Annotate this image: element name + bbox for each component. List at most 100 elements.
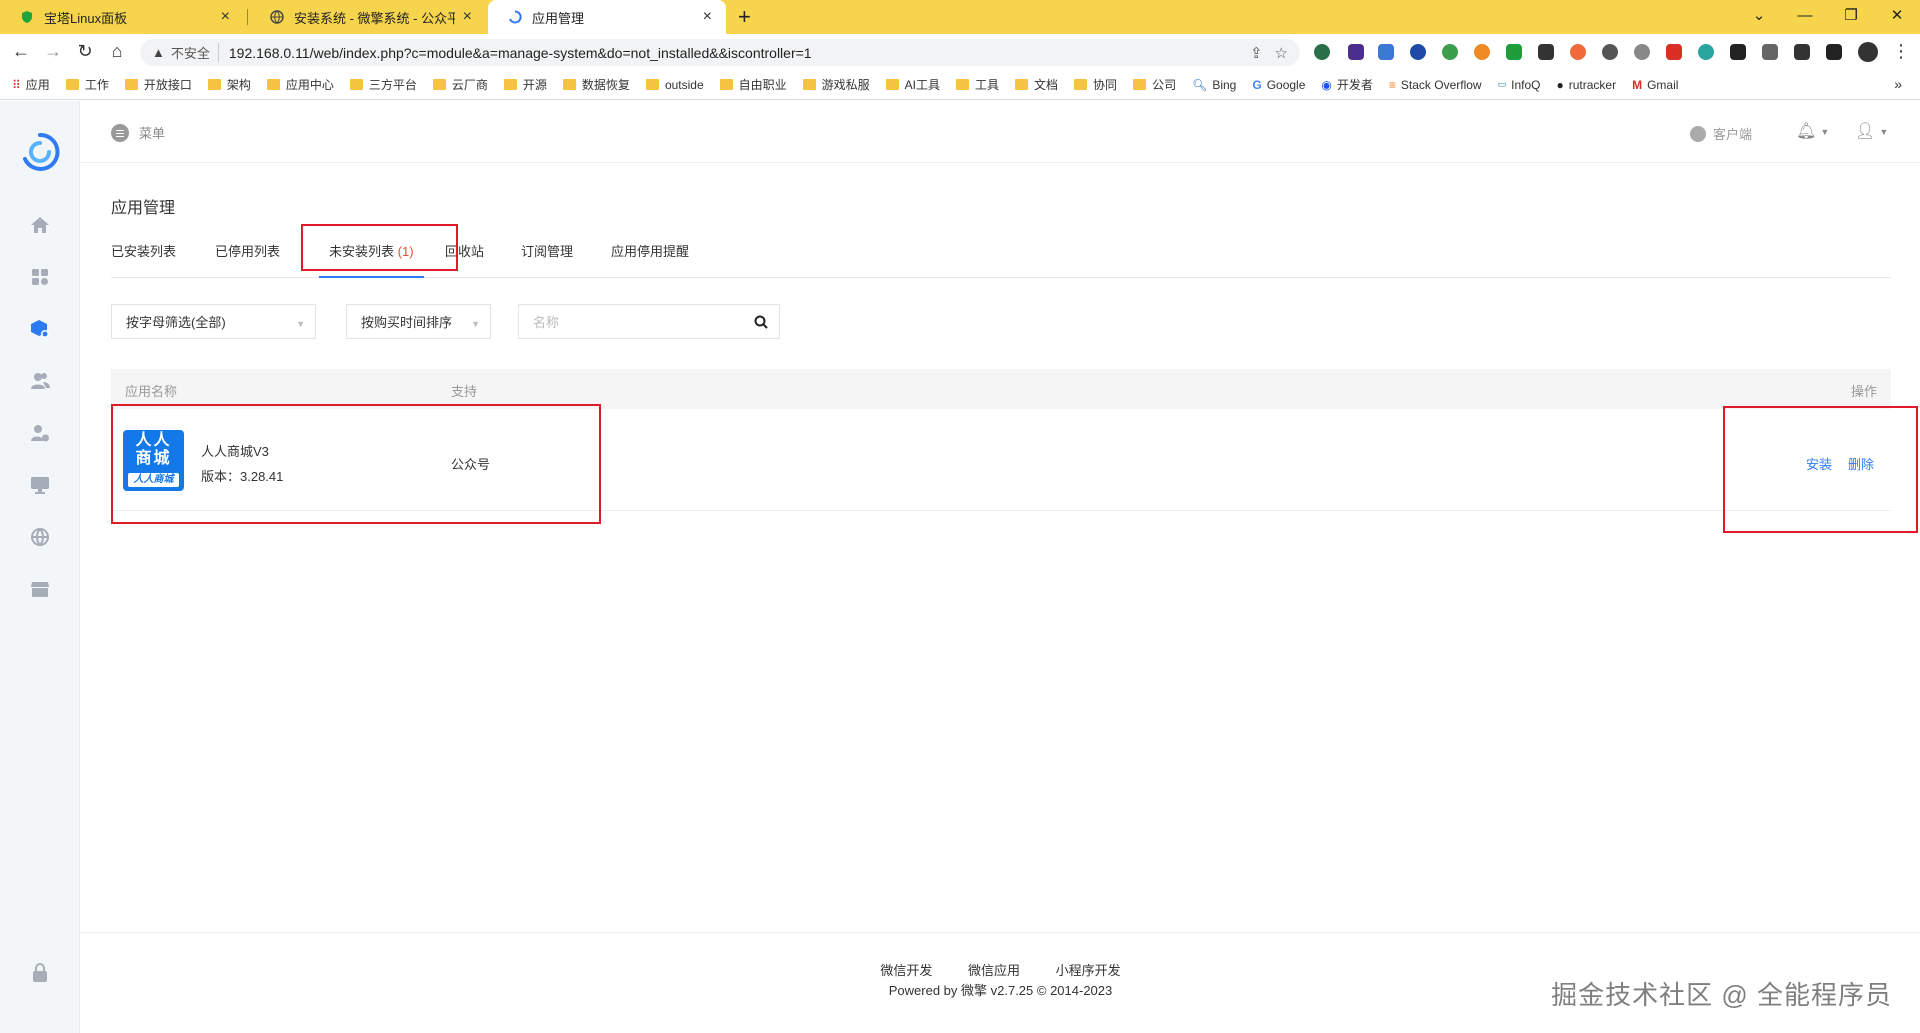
reload-icon[interactable]: ↻ bbox=[74, 41, 96, 62]
bookmark-folder[interactable]: 数据恢复 bbox=[562, 76, 630, 93]
lock-icon[interactable] bbox=[30, 962, 50, 984]
puzzle-icon[interactable] bbox=[1794, 44, 1810, 60]
bookmark-folder[interactable]: 架构 bbox=[207, 76, 251, 93]
google-icon: G bbox=[1252, 77, 1262, 92]
page-title: 应用管理 bbox=[111, 200, 176, 217]
tab-installed[interactable]: 已安装列表 bbox=[111, 241, 176, 278]
bookmark-apps[interactable]: ⠿ 应用 bbox=[12, 76, 50, 93]
extension-icon[interactable] bbox=[1474, 44, 1490, 60]
column-header-name: 应用名称 bbox=[125, 384, 178, 399]
extension-icon[interactable] bbox=[1506, 44, 1522, 60]
sidebar-item-store[interactable] bbox=[0, 569, 80, 609]
bookmark-folder[interactable]: 开放接口 bbox=[124, 76, 192, 93]
back-icon[interactable]: ← bbox=[10, 41, 32, 62]
search-icon[interactable] bbox=[753, 314, 769, 333]
tab-search-icon[interactable]: ⌄ bbox=[1736, 0, 1782, 34]
user-icon: 👤︎ bbox=[1855, 123, 1876, 140]
close-tab-icon[interactable]: × bbox=[221, 8, 230, 26]
bookmark-folder[interactable]: 工作 bbox=[65, 76, 109, 93]
extension-icon[interactable] bbox=[1634, 44, 1650, 60]
sidebar-item-site[interactable] bbox=[0, 517, 80, 557]
extension-icon[interactable] bbox=[1378, 44, 1394, 60]
extension-icon[interactable] bbox=[1314, 44, 1330, 60]
search-input[interactable]: 名称 bbox=[518, 304, 780, 339]
extension-icon[interactable] bbox=[1698, 44, 1714, 60]
extension-icon[interactable] bbox=[1666, 44, 1682, 60]
forward-icon[interactable]: → bbox=[42, 41, 64, 62]
bookmark-gmail[interactable]: M Gmail bbox=[1632, 78, 1678, 92]
bookmark-folder[interactable]: 自由职业 bbox=[719, 76, 787, 93]
url-text[interactable]: 192.168.0.11/web/index.php?c=module&a=ma… bbox=[229, 45, 1250, 61]
bookmark-folder[interactable]: 应用中心 bbox=[266, 76, 334, 93]
close-tab-icon[interactable]: × bbox=[703, 8, 712, 26]
sidebar-item-apps[interactable] bbox=[0, 257, 80, 297]
extension-icon[interactable] bbox=[1538, 44, 1554, 60]
infoq-icon: ▭ bbox=[1497, 79, 1507, 89]
sort-select[interactable]: 按购买时间排序 ▼ bbox=[346, 304, 491, 339]
close-tab-icon[interactable]: × bbox=[463, 8, 472, 26]
extension-icon[interactable] bbox=[1410, 44, 1426, 60]
bookmark-folder[interactable]: 开源 bbox=[503, 76, 547, 93]
tab-subscriptions[interactable]: 订阅管理 bbox=[521, 241, 573, 278]
bookmark-google[interactable]: G Google bbox=[1252, 78, 1305, 92]
folder-icon bbox=[432, 79, 446, 90]
sidepanel-icon[interactable] bbox=[1826, 44, 1842, 60]
bookmark-rutracker[interactable]: ● rutracker bbox=[1556, 78, 1616, 92]
we7-logo-icon[interactable] bbox=[19, 131, 61, 173]
bookmark-bing[interactable]: 🔍︎ Bing bbox=[1192, 78, 1236, 92]
bookmark-folder[interactable]: 协同 bbox=[1074, 76, 1117, 93]
bookmark-folder[interactable]: 游戏私服 bbox=[802, 76, 870, 93]
footer-link[interactable]: 微信应用 bbox=[968, 963, 1020, 978]
bookmark-folder[interactable]: 公司 bbox=[1133, 76, 1176, 93]
bookmark-folder[interactable]: 工具 bbox=[956, 76, 999, 93]
client-button[interactable]: 客户端 bbox=[1690, 124, 1752, 143]
apps-grid-icon: ⠿ bbox=[12, 77, 21, 92]
new-tab-button[interactable]: + bbox=[738, 4, 751, 30]
restore-icon[interactable]: ❐ bbox=[1828, 0, 1874, 34]
notifications-button[interactable]: 🔔︎ ▼ bbox=[1796, 121, 1829, 141]
browser-tab-install-system[interactable]: 安装系统 - 微擎系统 - 公众平台自 × bbox=[250, 0, 486, 34]
user-menu-button[interactable]: 👤︎ ▼ bbox=[1855, 121, 1888, 141]
menu-icon bbox=[111, 123, 129, 142]
sidebar-item-users[interactable] bbox=[0, 361, 80, 401]
bookmarks-more-icon[interactable]: » bbox=[1894, 76, 1902, 92]
letter-filter-select[interactable]: 按字母筛选(全部) ▼ bbox=[111, 304, 316, 339]
bookmark-folder[interactable]: 文档 bbox=[1015, 76, 1058, 93]
tab-disabled[interactable]: 已停用列表 bbox=[215, 241, 280, 278]
bookmark-folder[interactable]: 三方平台 bbox=[349, 76, 417, 93]
browser-tab-bt-panel[interactable]: 宝塔Linux面板 × bbox=[0, 0, 244, 34]
tab-disable-reminder[interactable]: 应用停用提醒 bbox=[611, 241, 689, 278]
extension-icon[interactable] bbox=[1348, 44, 1364, 60]
address-bar[interactable]: ▲ 不安全 192.168.0.11/web/index.php?c=modul… bbox=[140, 39, 1300, 66]
more-vertical-icon[interactable]: ⋮ bbox=[1890, 41, 1912, 62]
bookmark-stackoverflow[interactable]: ≡ Stack Overflow bbox=[1389, 78, 1482, 92]
folder-icon bbox=[645, 79, 659, 90]
sidebar-item-system[interactable] bbox=[0, 465, 80, 505]
extension-icon[interactable] bbox=[1442, 44, 1458, 60]
footer-link[interactable]: 小程序开发 bbox=[1056, 963, 1121, 978]
menu-button[interactable]: 菜单 bbox=[111, 123, 165, 142]
bookmark-developer[interactable]: ◉ 开发者 bbox=[1321, 76, 1373, 93]
extension-icon[interactable] bbox=[1602, 44, 1618, 60]
bookmark-folder[interactable]: outside bbox=[645, 78, 704, 92]
close-window-icon[interactable]: ✕ bbox=[1874, 0, 1920, 34]
share-icon[interactable]: ⇪ bbox=[1250, 44, 1263, 62]
sidebar-item-home[interactable] bbox=[0, 205, 80, 245]
footer-link[interactable]: 微信开发 bbox=[880, 963, 932, 978]
watermark-text: 掘金技术社区 @ 全能程序员 bbox=[1551, 980, 1892, 1010]
insecure-label[interactable]: 不安全 bbox=[171, 43, 219, 62]
sidebar-item-user-settings[interactable] bbox=[0, 413, 80, 453]
warning-icon[interactable]: ▲ bbox=[152, 45, 165, 60]
home-icon[interactable]: ⌂ bbox=[106, 41, 128, 62]
sidebar-item-modules[interactable] bbox=[0, 309, 80, 349]
extension-icon[interactable] bbox=[1762, 44, 1778, 60]
bookmark-folder[interactable]: 云厂商 bbox=[432, 76, 488, 93]
extension-icon[interactable] bbox=[1730, 44, 1746, 60]
profile-avatar[interactable] bbox=[1858, 42, 1878, 62]
browser-tab-app-manage[interactable]: 应用管理 × bbox=[488, 0, 726, 34]
bookmark-star-icon[interactable]: ☆ bbox=[1275, 44, 1288, 62]
extension-icon[interactable] bbox=[1570, 44, 1586, 60]
bookmark-folder[interactable]: AI工具 bbox=[885, 76, 940, 93]
minimize-icon[interactable]: — bbox=[1782, 0, 1828, 34]
bookmark-infoq[interactable]: ▭ InfoQ bbox=[1498, 78, 1541, 92]
